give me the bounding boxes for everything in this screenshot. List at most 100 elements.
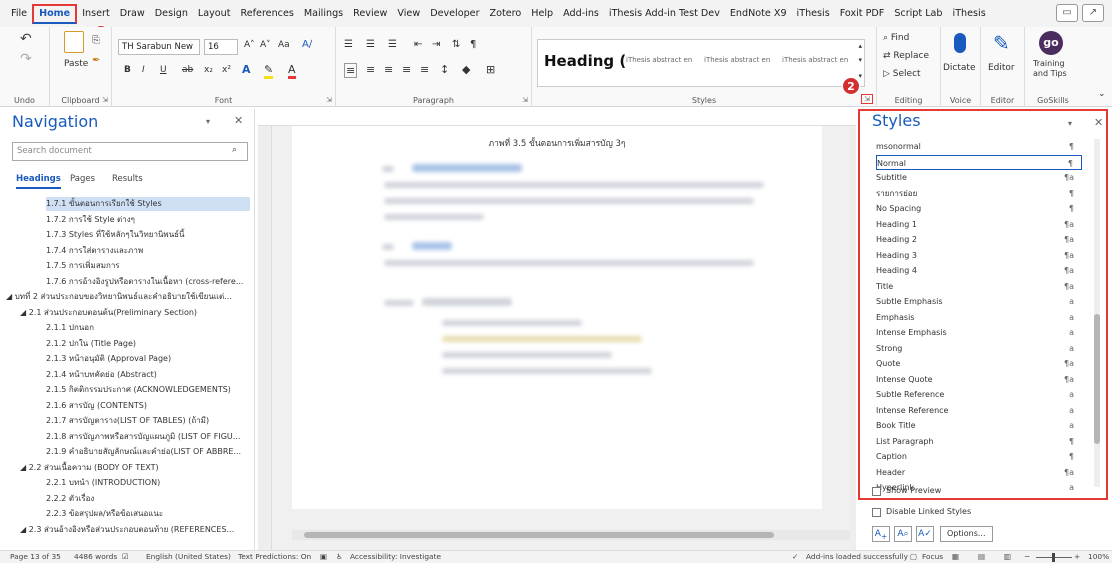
editor-pen-icon[interactable]: ✎ bbox=[993, 31, 1010, 55]
gallery-item-2[interactable]: iThesis abstract en bbox=[704, 56, 770, 64]
and-tips-label[interactable]: and Tips bbox=[1033, 69, 1067, 78]
zoom-slider-thumb[interactable] bbox=[1052, 553, 1055, 562]
horizontal-scrollbar[interactable] bbox=[292, 530, 850, 540]
style-item[interactable]: No Spacing ¶ bbox=[876, 201, 1082, 216]
style-item[interactable]: Heading 3 ¶a bbox=[876, 248, 1082, 263]
redo-icon[interactable]: ↷ bbox=[20, 51, 32, 67]
style-item[interactable]: Subtle Reference a bbox=[876, 387, 1082, 402]
new-style-button[interactable]: A+ bbox=[872, 526, 890, 542]
gallery-heading-preview[interactable]: Heading ( bbox=[544, 52, 626, 70]
style-item[interactable]: msonormal ¶ bbox=[876, 139, 1082, 154]
menu-tab-insert[interactable]: Insert bbox=[77, 4, 115, 24]
decrease-indent-icon[interactable]: ⇤ bbox=[414, 39, 422, 50]
menu-tab-ithesis[interactable]: iThesis bbox=[792, 4, 835, 24]
heading-item[interactable]: ◢ 2.2 ส่วนเนื้อความ (BODY OF TEXT) bbox=[20, 461, 250, 475]
heading-item[interactable]: 1.7.5 การเพิ่มสมการ bbox=[46, 259, 250, 273]
align-right-icon[interactable]: ≡ bbox=[384, 63, 393, 76]
goskills-logo-icon[interactable]: go bbox=[1039, 31, 1063, 55]
bold-button[interactable]: B bbox=[124, 65, 131, 75]
menu-tab-draw[interactable]: Draw bbox=[115, 4, 150, 24]
heading-item[interactable]: 2.1.9 คำอธิบายสัญลักษณ์และคำย่อ(LIST OF … bbox=[46, 445, 250, 459]
disable-linked-checkbox[interactable] bbox=[872, 508, 881, 517]
training-label[interactable]: Training bbox=[1033, 59, 1065, 68]
nav-close-icon[interactable]: ✕ bbox=[234, 114, 243, 127]
borders-icon[interactable]: ⊞ bbox=[486, 63, 495, 76]
style-item[interactable]: List Paragraph ¶ bbox=[876, 434, 1082, 449]
options-button[interactable]: Options... bbox=[940, 526, 993, 542]
document-page[interactable]: ภาพที่ 3.5 ขั้นตอนการเพิ่มสารบัญ 3ๆ bbox=[292, 126, 822, 509]
heading-item[interactable]: 1.7.1 ขั้นตอนการเรียกใช้ Styles bbox=[46, 197, 250, 211]
line-spacing-icon[interactable]: ↕ bbox=[440, 63, 449, 76]
styles-options-icon[interactable]: ▾ bbox=[1068, 119, 1072, 128]
accessibility-status[interactable]: Accessibility: Investigate bbox=[350, 552, 441, 561]
style-item[interactable]: Heading 4 ¶a bbox=[876, 263, 1082, 278]
focus-mode[interactable]: Focus bbox=[922, 552, 943, 561]
heading-item[interactable]: 2.1.3 หน้าอนุมัติ (Approval Page) bbox=[46, 352, 250, 366]
style-item[interactable]: Intense Reference a bbox=[876, 403, 1082, 418]
format-painter-icon[interactable]: ✒ bbox=[92, 55, 100, 66]
heading-item[interactable]: 1.7.2 การใช้ Style ต่างๆ bbox=[46, 213, 250, 227]
multilevel-list-icon[interactable]: ☰ bbox=[388, 39, 397, 50]
menu-tab-foxit-pdf[interactable]: Foxit PDF bbox=[835, 4, 890, 24]
nav-search-icon[interactable]: ⌕ bbox=[232, 145, 237, 155]
sort-icon[interactable]: ⇅ bbox=[452, 39, 460, 50]
font-size-field[interactable]: 16 bbox=[204, 39, 238, 55]
heading-item[interactable]: 2.2.2 ตัวเรื่อง bbox=[46, 492, 250, 506]
style-item[interactable]: Header ¶a bbox=[876, 465, 1082, 480]
word-count[interactable]: 4486 words bbox=[74, 552, 117, 561]
vertical-ruler[interactable] bbox=[258, 126, 272, 550]
collapse-caret-icon[interactable]: ◢ bbox=[20, 463, 29, 472]
align-left-icon[interactable]: ≡ bbox=[344, 63, 358, 78]
manage-styles-button[interactable]: A✓ bbox=[916, 526, 934, 542]
dictate-button[interactable]: Dictate bbox=[943, 63, 976, 73]
menu-tab-view[interactable]: View bbox=[392, 4, 425, 24]
styles-close-icon[interactable]: ✕ bbox=[1094, 116, 1103, 129]
gallery-down-icon[interactable]: ▾ bbox=[858, 56, 862, 64]
page-count[interactable]: Page 13 of 35 bbox=[10, 552, 61, 561]
menu-tab-endnote-x9[interactable]: EndNote X9 bbox=[725, 4, 792, 24]
menu-tab-review[interactable]: Review bbox=[348, 4, 392, 24]
heading-item[interactable]: 2.1.2 ปกใน (Title Page) bbox=[46, 337, 250, 351]
style-item[interactable]: Subtle Emphasis a bbox=[876, 294, 1082, 309]
heading-item[interactable]: 2.1.6 สารบัญ (CONTENTS) bbox=[46, 399, 250, 413]
replace-button[interactable]: ⇄ Replace bbox=[883, 51, 929, 61]
copy-icon[interactable]: ⎘ bbox=[92, 35, 100, 46]
menu-tab-ithesis[interactable]: iThesis bbox=[948, 4, 991, 24]
heading-item[interactable]: ◢ 2.1 ส่วนประกอบตอนต้น(Preliminary Secti… bbox=[20, 306, 250, 320]
styles-scroll-thumb[interactable] bbox=[1094, 314, 1100, 444]
undo-icon[interactable]: ↶ bbox=[20, 31, 32, 47]
style-item[interactable]: Emphasis a bbox=[876, 310, 1082, 325]
gallery-more-icon[interactable]: ▾ bbox=[858, 72, 862, 80]
style-item[interactable]: Strong a bbox=[876, 341, 1082, 356]
clear-format-icon[interactable]: A∕ bbox=[302, 39, 312, 50]
menu-tab-developer[interactable]: Developer bbox=[425, 4, 484, 24]
style-item[interactable]: Subtitle ¶a bbox=[876, 170, 1082, 185]
grow-font-button[interactable]: A˄ bbox=[244, 40, 255, 50]
document-scrollbar[interactable] bbox=[850, 126, 856, 550]
paragraph-launcher-icon[interactable]: ⇲ bbox=[522, 96, 528, 104]
style-item[interactable]: Intense Quote ¶a bbox=[876, 372, 1082, 387]
style-item[interactable]: Heading 1 ¶a bbox=[876, 217, 1082, 232]
collapse-ribbon-icon[interactable]: ⌄ bbox=[1098, 89, 1106, 99]
heading-item[interactable]: 2.1.8 สารบัญภาพหรือสารบัญแผนภูมิ (LIST O… bbox=[46, 430, 250, 444]
heading-item[interactable]: 2.2.3 ข้อสรุปผล/หรือข้อเสนอแนะ bbox=[46, 507, 250, 521]
align-center-icon[interactable]: ≡ bbox=[366, 63, 375, 76]
tab-pages[interactable]: Pages bbox=[70, 174, 95, 184]
zoom-out-icon[interactable]: − bbox=[1024, 552, 1030, 561]
style-item[interactable]: Quote ¶a bbox=[876, 356, 1082, 371]
style-item[interactable]: Book Title a bbox=[876, 418, 1082, 433]
collapse-caret-icon[interactable]: ◢ bbox=[20, 525, 29, 534]
menu-tab-references[interactable]: References bbox=[236, 4, 299, 24]
style-item[interactable]: Normal ¶ bbox=[876, 154, 1082, 170]
show-preview-checkbox[interactable] bbox=[872, 487, 881, 496]
superscript-button[interactable]: x² bbox=[222, 65, 231, 75]
nav-search-input[interactable]: Search document bbox=[12, 142, 248, 161]
styles-gallery[interactable]: Heading ( iThesis abstract en iThesis ab… bbox=[537, 39, 865, 87]
change-case-button[interactable]: Aa bbox=[278, 40, 290, 50]
bullets-icon[interactable]: ☰ bbox=[344, 39, 353, 50]
heading-item[interactable]: 1.7.6 การอ้างอิงรูปหรือตารางในเนื้อหา (c… bbox=[46, 275, 250, 289]
style-inspector-button[interactable]: A⌕ bbox=[894, 526, 912, 542]
style-item[interactable]: รายการย่อย ¶ bbox=[876, 186, 1082, 201]
highlight-icon[interactable]: ✎ bbox=[264, 63, 274, 79]
find-button[interactable]: ⌕ Find bbox=[883, 33, 909, 43]
